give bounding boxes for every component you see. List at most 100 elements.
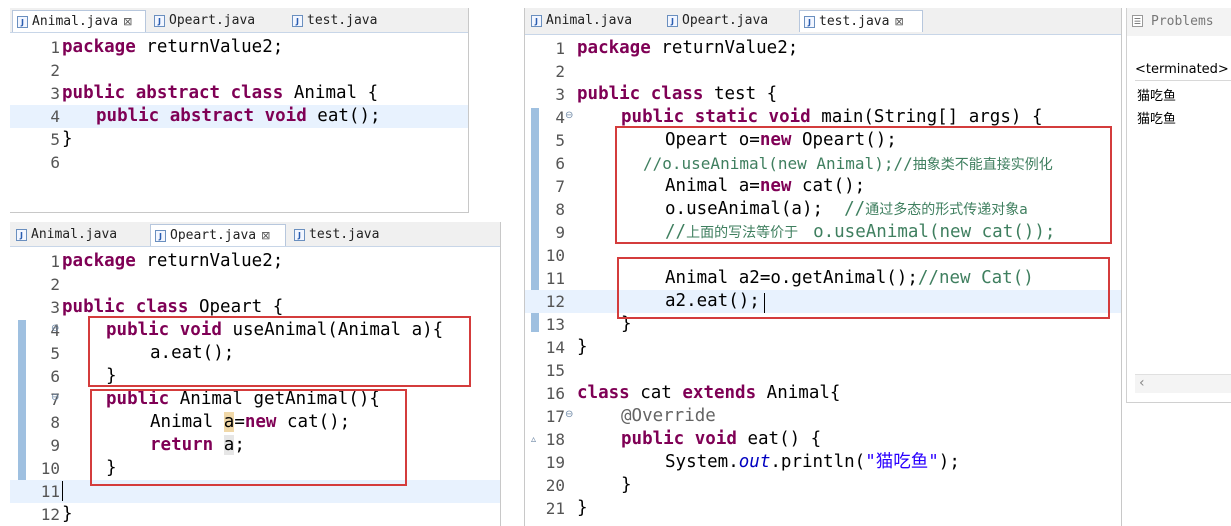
line-number: 11	[40, 482, 60, 501]
code-token: void	[768, 107, 811, 127]
code-token: Animal{	[756, 383, 841, 403]
code-token: cat	[629, 383, 683, 403]
java-file-icon: J	[154, 14, 165, 27]
line-number: 13	[545, 315, 565, 334]
line-number: 17	[545, 407, 565, 426]
line-number: 2	[555, 62, 565, 81]
code-token: returnValue2;	[650, 38, 799, 58]
code-token: Animal {	[283, 83, 379, 103]
editor-test-java: J Animal.java J Opeart.java J test.java …	[524, 8, 1122, 526]
line-number: 11	[545, 269, 565, 288]
tab-test-java[interactable]: J test.java	[290, 224, 410, 245]
close-icon[interactable]: ⊠	[123, 15, 132, 28]
code-token: out	[738, 452, 771, 472]
tab-label: Opeart.java	[682, 13, 769, 28]
code-token: public	[62, 297, 126, 317]
console-divider	[1135, 80, 1231, 81]
line-number: 5	[555, 131, 565, 150]
tab-label: test.java	[307, 13, 378, 28]
line-number: 12	[545, 292, 565, 311]
code-token: package	[62, 37, 136, 57]
code-token: void	[694, 429, 737, 449]
java-file-icon: J	[804, 15, 815, 28]
tab-label: Opeart.java	[170, 228, 257, 243]
code-token: static	[694, 107, 758, 127]
problems-icon: ☰	[1132, 15, 1143, 27]
code-token: public	[621, 107, 685, 127]
line-number: 2	[50, 275, 60, 294]
tab-test-java[interactable]: J test.java ⊠	[799, 10, 923, 32]
tab-label: Animal.java	[32, 14, 119, 29]
line-number: 10	[545, 246, 565, 265]
text-caret	[62, 481, 63, 501]
problems-tab[interactable]: Problems	[1151, 14, 1214, 29]
code-token: }	[577, 498, 588, 518]
code-token: main(String[] args) {	[810, 107, 1043, 127]
editor-tab-bar: J Animal.java J Opeart.java ⊠ J test.jav…	[10, 222, 500, 247]
editor-opeart-java: J Animal.java J Opeart.java ⊠ J test.jav…	[10, 222, 501, 526]
line-number: 16	[545, 384, 565, 403]
fold-collapse-icon[interactable]: ⊖	[51, 317, 59, 340]
code-token: }	[621, 475, 632, 495]
code-token: package	[577, 38, 651, 58]
tab-opeart-java[interactable]: J Opeart.java ⊠	[150, 224, 286, 246]
code-token: package	[62, 251, 136, 271]
horizontal-scrollbar[interactable]: ‹	[1135, 374, 1231, 393]
console-output-line: 猫吃鱼	[1137, 112, 1177, 127]
fold-collapse-icon[interactable]: ⊖	[565, 403, 573, 426]
code-token: class	[135, 297, 189, 317]
line-number: 2	[50, 61, 60, 80]
code-token: class	[650, 84, 704, 104]
line-number: 14	[545, 338, 565, 357]
close-icon[interactable]: ⊠	[261, 229, 270, 242]
tab-opeart-java[interactable]: J Opeart.java	[150, 10, 280, 31]
fold-collapse-icon[interactable]: ⊖	[565, 104, 573, 127]
line-number: 3	[50, 84, 60, 103]
tab-test-java[interactable]: J test.java	[288, 10, 408, 31]
line-number: 4	[50, 107, 60, 126]
tab-label: test.java	[309, 227, 380, 242]
tab-animal-java[interactable]: J Animal.java	[527, 10, 659, 31]
code-token: abstract	[169, 106, 255, 126]
line-number: 6	[50, 367, 60, 386]
line-number: 8	[555, 200, 565, 219]
editor-tab-bar: J Animal.java ⊠ J Opeart.java J test.jav…	[10, 8, 468, 33]
tab-animal-java[interactable]: J Animal.java	[12, 224, 146, 245]
highlight-box-useanimal	[88, 316, 471, 387]
console-output-line: 猫吃鱼	[1137, 89, 1177, 104]
line-number: 18	[545, 430, 565, 449]
tab-label: Animal.java	[546, 13, 633, 28]
line-number: 3	[555, 85, 565, 104]
java-file-icon: J	[17, 15, 28, 28]
line-number: 3	[50, 298, 60, 317]
line-number: 9	[555, 223, 565, 242]
line-number: 15	[545, 361, 565, 380]
fold-collapse-icon[interactable]: ⊖	[51, 386, 59, 409]
line-number: 9	[50, 436, 60, 455]
code-token: abstract	[135, 83, 221, 103]
code-token: returnValue2;	[135, 37, 284, 57]
code-token: .println(	[770, 452, 866, 472]
scroll-left-icon[interactable]: ‹	[1139, 375, 1145, 391]
highlight-box-getanimal-call	[617, 257, 1110, 319]
code-token: test {	[703, 84, 778, 104]
line-number: 1	[50, 252, 60, 271]
highlight-box-main-body	[615, 126, 1112, 244]
code-token: public	[96, 106, 160, 126]
line-number: 5	[50, 130, 60, 149]
tab-animal-java[interactable]: J Animal.java ⊠	[12, 10, 146, 32]
code-string: "猫吃鱼"	[865, 452, 939, 472]
code-token: System.	[665, 452, 739, 472]
close-icon[interactable]: ⊠	[894, 15, 903, 28]
line-number: 10	[40, 459, 60, 478]
line-number: 7	[555, 177, 565, 196]
line-number: 19	[545, 453, 565, 472]
tab-opeart-java[interactable]: J Opeart.java	[663, 10, 795, 31]
code-token: class	[230, 83, 284, 103]
line-number: 6	[50, 153, 60, 172]
code-token: returnValue2;	[135, 251, 284, 271]
line-number: 1	[555, 39, 565, 58]
line-number: 12	[40, 505, 60, 524]
code-token: eat();	[306, 106, 381, 126]
code-token: }	[62, 504, 73, 524]
